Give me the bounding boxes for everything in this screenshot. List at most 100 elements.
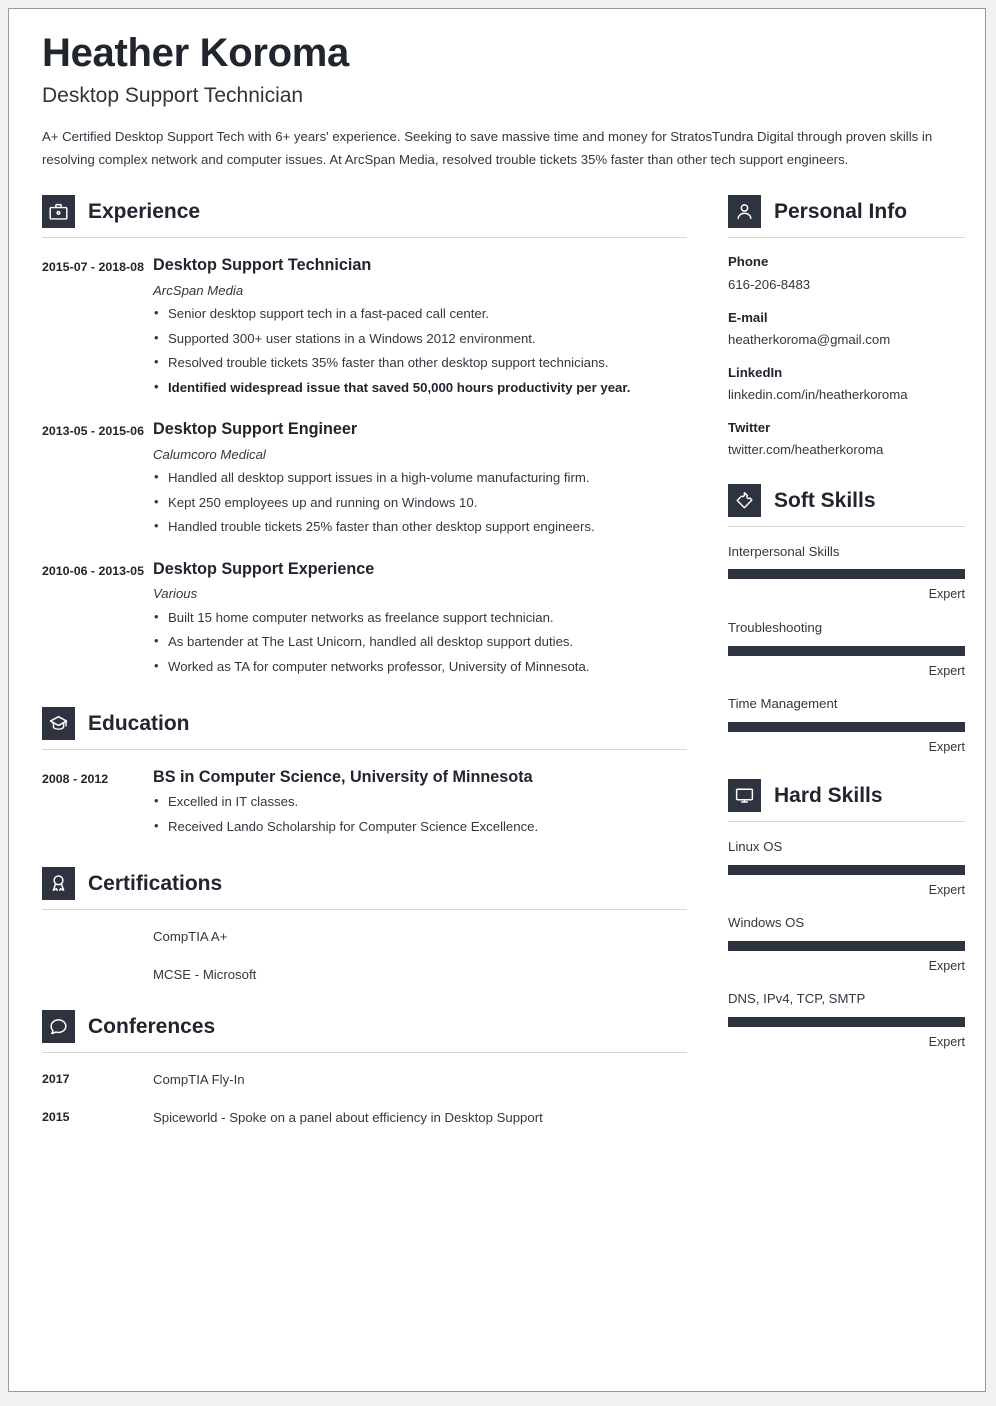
section-header-experience: Experience: [42, 195, 687, 229]
conference-name: Spiceworld - Spoke on a panel about effi…: [153, 1109, 543, 1125]
list-item: Received Lando Scholarship for Computer …: [153, 816, 687, 837]
linkedin-value: linkedin.com/in/heatherkoroma: [728, 387, 908, 403]
certification-name: CompTIA A+: [153, 929, 228, 945]
skill-item: Interpersonal Skills Expert: [728, 543, 965, 603]
professional-summary: A+ Certified Desktop Support Tech with 6…: [42, 128, 933, 167]
skill-bar-fill: [728, 645, 965, 656]
section-certifications: Certifications CompTIA A+ MCSE - Microso…: [42, 867, 687, 985]
list-item: Resolved trouble tickets 35% faster than…: [153, 352, 687, 373]
info-group: LinkedIn linkedin.com/in/heatherkoroma: [728, 363, 965, 404]
skill-bar-track: [728, 941, 965, 952]
section-personal-info: Personal Info Phone 616-206-8483 E-mail …: [728, 195, 965, 459]
section-divider: [728, 525, 965, 527]
graduation-cap-icon: [42, 707, 75, 741]
experience-entry: 2015-07 - 2018-08 Desktop Support Techni…: [42, 255, 687, 402]
section-header-soft-skills: Soft Skills: [728, 483, 965, 517]
info-label: E-mail: [728, 309, 768, 325]
puzzle-piece-icon: [728, 483, 761, 517]
education-entry: 2008 - 2012 BS in Computer Science, Univ…: [42, 767, 687, 841]
experience-entry: 2013-05 - 2015-06 Desktop Support Engine…: [42, 419, 687, 541]
resume-screen: Heather Koroma Desktop Support Technicia…: [0, 0, 996, 1406]
conference-row: 2017 CompTIA Fly-In: [42, 1070, 687, 1090]
skill-bar-fill: [728, 721, 965, 732]
speech-bubble-icon: [42, 1009, 75, 1043]
briefcase-icon: [42, 195, 75, 229]
list-item: Excelled in IT classes.: [153, 791, 687, 812]
section-experience: Experience 2015-07 - 2018-08 Desktop Sup…: [42, 195, 687, 681]
twitter-value: twitter.com/heatherkoroma: [728, 442, 884, 458]
page-title: Heather Koroma: [42, 31, 349, 75]
skill-item: DNS, IPv4, TCP, SMTP Expert: [728, 990, 965, 1050]
entry-title: Desktop Support Technician: [153, 256, 372, 275]
entry-date: 2008 - 2012: [42, 772, 109, 787]
section-header-hard-skills: Hard Skills: [728, 779, 965, 813]
entry-title: Desktop Support Engineer: [153, 420, 358, 439]
list-item: Senior desktop support tech in a fast-pa…: [153, 303, 687, 324]
skill-name: DNS, IPv4, TCP, SMTP: [728, 991, 866, 1007]
skill-level: Expert: [928, 882, 965, 897]
entry-date: 2010-06 - 2013-05: [42, 563, 144, 578]
section-divider: [42, 909, 687, 911]
section-soft-skills: Soft Skills Interpersonal Skills Expert …: [728, 483, 965, 756]
section-title: Soft Skills: [774, 488, 876, 512]
section-divider: [42, 749, 687, 751]
entry-bullets: Senior desktop support tech in a fast-pa…: [153, 303, 687, 398]
section-divider: [728, 821, 965, 823]
list-item: Supported 300+ user stations in a Window…: [153, 328, 687, 349]
section-conferences: Conferences 2017 CompTIA Fly-In 2015 Spi…: [42, 1009, 687, 1128]
list-item: As bartender at The Last Unicorn, handle…: [153, 631, 687, 652]
entry-title: Desktop Support Experience: [153, 559, 375, 578]
conference-year: 2017: [42, 1071, 70, 1086]
section-education: Education 2008 - 2012 BS in Computer Sci…: [42, 707, 687, 841]
skill-name: Time Management: [728, 695, 838, 711]
skill-item: Windows OS Expert: [728, 914, 965, 974]
info-group: E-mail heatherkoroma@gmail.com: [728, 308, 965, 349]
email-value: heatherkoroma@gmail.com: [728, 331, 891, 347]
section-title: Hard Skills: [774, 784, 883, 808]
section-title: Personal Info: [774, 200, 908, 224]
section-title: Conferences: [88, 1014, 216, 1038]
skill-item: Troubleshooting Expert: [728, 619, 965, 679]
entry-bullets: Handled all desktop support issues in a …: [153, 467, 687, 537]
entry-bullets: Excelled in IT classes. Received Lando S…: [153, 791, 687, 837]
section-divider: [728, 237, 965, 239]
skill-level: Expert: [928, 1035, 965, 1050]
skill-level: Expert: [928, 739, 965, 754]
main-column: Experience 2015-07 - 2018-08 Desktop Sup…: [42, 195, 687, 1133]
entry-organization: Various: [153, 585, 198, 601]
section-header-education: Education: [42, 707, 687, 741]
list-item: Handled trouble tickets 25% faster than …: [153, 516, 687, 537]
info-group: Phone 616-206-8483: [728, 252, 965, 293]
person-icon: [728, 195, 761, 229]
skill-level: Expert: [928, 663, 965, 678]
list-item: Handled all desktop support issues in a …: [153, 467, 687, 488]
list-item: Kept 250 employees up and running on Win…: [153, 492, 687, 513]
section-header-personal-info: Personal Info: [728, 195, 965, 229]
info-label: LinkedIn: [728, 364, 783, 380]
section-title: Education: [88, 712, 190, 736]
entry-bullets: Built 15 home computer networks as freel…: [153, 607, 687, 677]
skill-bar-track: [728, 569, 965, 580]
skill-item: Time Management Expert: [728, 695, 965, 755]
monitor-icon: [728, 779, 761, 813]
section-title: Certifications: [88, 872, 223, 896]
job-title: Desktop Support Technician: [42, 83, 304, 107]
skill-bar-track: [728, 1017, 965, 1028]
list-item: Worked as TA for computer networks profe…: [153, 656, 687, 677]
experience-entries: 2015-07 - 2018-08 Desktop Support Techni…: [42, 255, 687, 681]
section-divider: [42, 1051, 687, 1053]
skill-name: Interpersonal Skills: [728, 543, 840, 559]
skill-name: Linux OS: [728, 839, 783, 855]
info-label: Phone: [728, 254, 769, 270]
list-item: Built 15 home computer networks as freel…: [153, 607, 687, 628]
award-ribbon-icon: [42, 867, 75, 901]
entry-title: BS in Computer Science, University of Mi…: [153, 768, 533, 787]
skill-bar-fill: [728, 864, 965, 875]
sidebar-column: Personal Info Phone 616-206-8483 E-mail …: [728, 195, 965, 1056]
certification-row: CompTIA A+: [42, 927, 687, 947]
skill-name: Troubleshooting: [728, 619, 823, 635]
section-title: Experience: [88, 200, 201, 224]
skill-bar-track: [728, 721, 965, 732]
section-header-conferences: Conferences: [42, 1009, 687, 1043]
conference-name: CompTIA Fly-In: [153, 1071, 245, 1087]
